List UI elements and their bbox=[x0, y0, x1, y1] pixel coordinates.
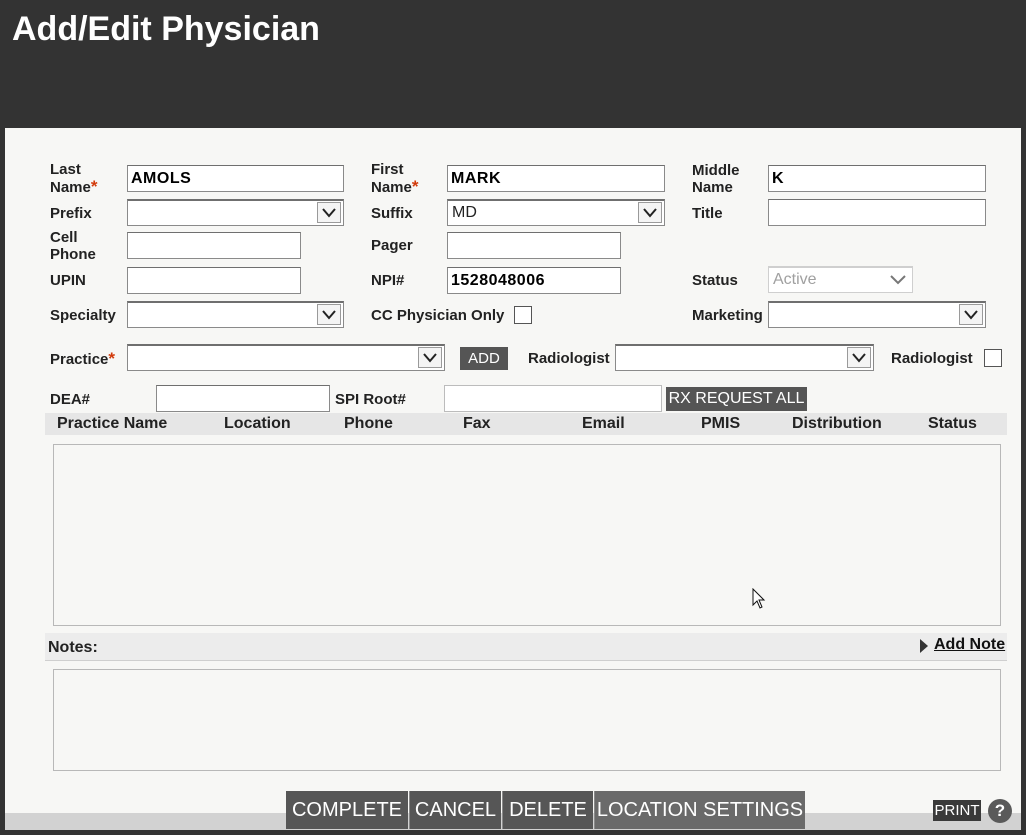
cc-physician-only-label: CC Physician Only bbox=[371, 307, 505, 324]
caret-right-icon bbox=[919, 638, 929, 654]
spi-root-label: SPI Root# bbox=[335, 391, 406, 408]
practice-table-body bbox=[53, 444, 1001, 626]
title-field[interactable] bbox=[768, 199, 986, 226]
column-email[interactable]: Email bbox=[582, 415, 625, 433]
status-label: Status bbox=[692, 272, 738, 289]
suffix-select[interactable]: MD bbox=[447, 199, 665, 226]
cell-phone-field[interactable] bbox=[127, 232, 301, 259]
physician-form-panel: Last Name* AMOLS First Name* MARK Middle… bbox=[5, 128, 1021, 830]
required-marker: * bbox=[411, 177, 419, 196]
delete-button[interactable]: DELETE bbox=[502, 791, 593, 829]
rx-request-all-button[interactable]: RX REQUEST ALL bbox=[666, 387, 807, 411]
column-location[interactable]: Location bbox=[224, 415, 291, 433]
pager-label: Pager bbox=[371, 237, 413, 254]
radiologist-checkbox-label: Radiologist bbox=[891, 350, 973, 367]
practice-table-header: Practice Name Location Phone Fax Email P… bbox=[45, 413, 1007, 435]
help-icon[interactable]: ? bbox=[988, 799, 1012, 823]
column-phone[interactable]: Phone bbox=[344, 415, 393, 433]
dea-field[interactable] bbox=[156, 385, 330, 412]
prefix-label: Prefix bbox=[50, 205, 92, 222]
practice-select[interactable] bbox=[127, 344, 445, 371]
prefix-select[interactable] bbox=[127, 199, 344, 226]
npi-field[interactable]: 1528048006 bbox=[447, 267, 621, 294]
chevron-down-icon[interactable] bbox=[638, 202, 662, 223]
cell-phone-label: Cell Phone bbox=[50, 229, 96, 263]
title-label: Title bbox=[692, 205, 723, 222]
first-name-field[interactable]: MARK bbox=[447, 165, 665, 192]
upin-label: UPIN bbox=[50, 272, 86, 289]
add-note-link[interactable]: Add Note bbox=[934, 636, 1005, 654]
marketing-label: Marketing bbox=[692, 307, 763, 324]
complete-button[interactable]: COMPLETE bbox=[286, 791, 408, 829]
required-marker: * bbox=[90, 177, 98, 196]
last-name-label: Last Name* bbox=[50, 161, 98, 196]
status-select[interactable]: Active bbox=[768, 266, 913, 293]
radiologist-select[interactable] bbox=[615, 344, 874, 371]
cc-physician-only-checkbox[interactable] bbox=[514, 306, 532, 324]
add-practice-button[interactable]: ADD bbox=[460, 347, 508, 370]
required-marker: * bbox=[108, 349, 115, 368]
npi-label: NPI# bbox=[371, 272, 405, 289]
column-status[interactable]: Status bbox=[928, 415, 977, 433]
middle-name-field[interactable]: K bbox=[768, 165, 986, 192]
pager-field[interactable] bbox=[447, 232, 621, 259]
chevron-down-icon[interactable] bbox=[317, 202, 341, 223]
practice-label: Practice* bbox=[50, 349, 115, 368]
upin-field[interactable] bbox=[127, 267, 301, 294]
location-settings-button[interactable]: LOCATION SETTINGS bbox=[594, 791, 805, 829]
notes-label: Notes: bbox=[48, 639, 98, 656]
suffix-value: MD bbox=[452, 204, 477, 221]
marketing-select[interactable] bbox=[768, 301, 986, 328]
notes-bar: Notes: Add Note bbox=[45, 633, 1007, 661]
cancel-button[interactable]: CANCEL bbox=[409, 791, 501, 829]
notes-area[interactable] bbox=[53, 669, 1001, 771]
specialty-select[interactable] bbox=[127, 301, 344, 328]
column-fax[interactable]: Fax bbox=[463, 415, 491, 433]
status-value: Active bbox=[773, 271, 817, 288]
page-title: Add/Edit Physician bbox=[12, 10, 320, 48]
specialty-label: Specialty bbox=[50, 307, 116, 324]
suffix-label: Suffix bbox=[371, 205, 413, 222]
radiologist-checkbox[interactable] bbox=[984, 349, 1002, 367]
print-button[interactable]: PRINT bbox=[933, 800, 981, 821]
chevron-down-icon[interactable] bbox=[886, 269, 910, 290]
column-distribution[interactable]: Distribution bbox=[792, 415, 882, 433]
chevron-down-icon[interactable] bbox=[959, 304, 983, 325]
mouse-cursor-icon bbox=[752, 587, 766, 610]
chevron-down-icon[interactable] bbox=[847, 347, 871, 368]
chevron-down-icon[interactable] bbox=[317, 304, 341, 325]
first-name-label: First Name* bbox=[371, 161, 419, 196]
radiologist-select-label: Radiologist bbox=[528, 350, 610, 367]
dea-label: DEA# bbox=[50, 391, 91, 408]
middle-name-label: Middle Name bbox=[692, 162, 740, 196]
column-pmis[interactable]: PMIS bbox=[701, 415, 740, 433]
chevron-down-icon[interactable] bbox=[418, 347, 442, 368]
column-practice-name[interactable]: Practice Name bbox=[57, 415, 167, 433]
last-name-field[interactable]: AMOLS bbox=[127, 165, 344, 192]
spi-root-field[interactable] bbox=[444, 385, 662, 412]
